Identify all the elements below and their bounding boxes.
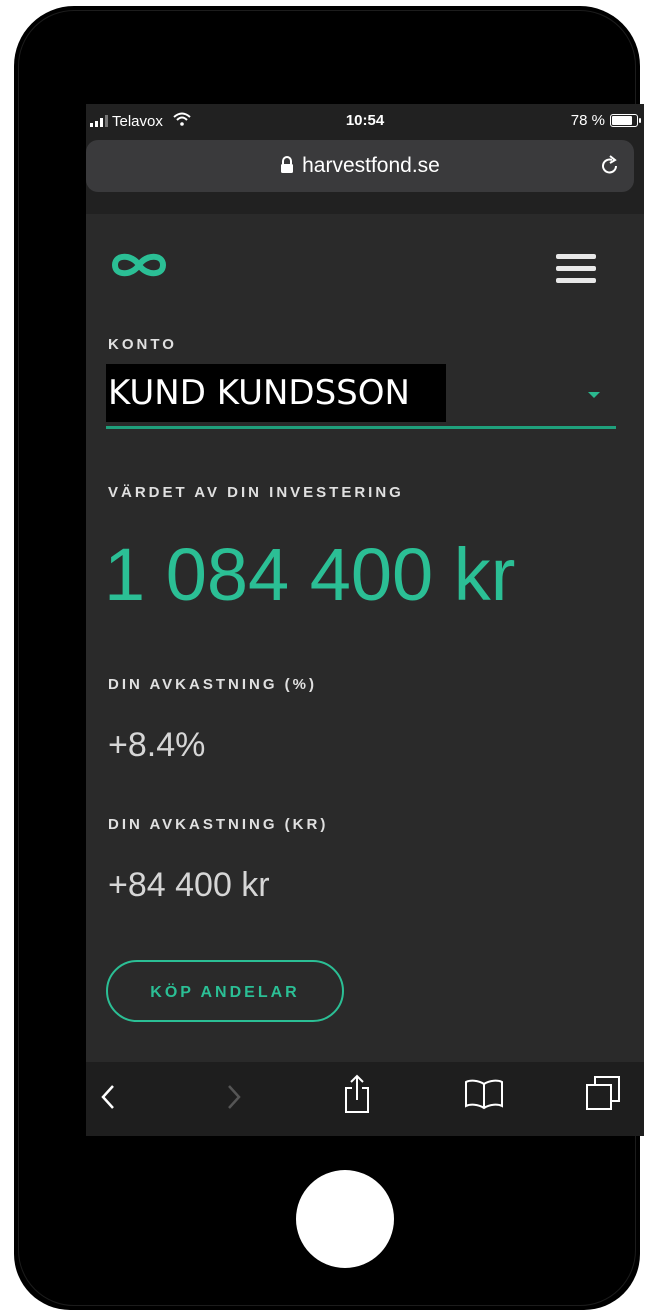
url-display[interactable]: harvestfond.se (86, 154, 634, 180)
tabs-icon[interactable] (584, 1074, 622, 1117)
share-icon[interactable] (342, 1074, 372, 1119)
browser-toolbar (86, 1062, 644, 1136)
browser-url-area: harvestfond.se (86, 138, 644, 214)
caret-down-icon (588, 392, 600, 398)
status-time: 10:54 (345, 112, 385, 129)
buy-shares-button[interactable]: KÖP ANDELAR (106, 960, 344, 1022)
address-bar[interactable]: harvestfond.se (86, 140, 634, 192)
phone-frame: Telavox 10:54 78 % harvestfond.se KONTO … (14, 6, 644, 1310)
battery-icon (610, 114, 641, 127)
back-arrow-icon[interactable] (98, 1080, 118, 1119)
return-kr-label: DIN AVKASTNING (KR) (108, 816, 329, 833)
phone-screen: Telavox 10:54 78 % harvestfond.se KONTO … (86, 104, 644, 1136)
forward-arrow-icon[interactable] (224, 1080, 244, 1119)
battery-percent: 78 % (570, 112, 605, 129)
reload-icon[interactable] (600, 154, 620, 182)
account-dropdown[interactable]: KUND KUNDSSON (106, 364, 616, 429)
status-bar: Telavox 10:54 78 % (86, 104, 644, 138)
hamburger-menu-icon[interactable] (556, 254, 596, 284)
infinity-logo-icon[interactable] (108, 250, 170, 285)
status-right: 78 % (570, 112, 641, 129)
account-selected-value: KUND KUNDSSON (106, 364, 446, 422)
lock-icon (280, 156, 294, 180)
url-text: harvestfond.se (302, 154, 440, 177)
return-percent-value: +8.4% (108, 726, 206, 764)
bookmarks-icon[interactable] (464, 1078, 504, 1115)
return-kr-value: +84 400 kr (108, 866, 270, 904)
return-percent-label: DIN AVKASTNING (%) (108, 676, 317, 693)
investment-label: VÄRDET AV DIN INVESTERING (108, 484, 404, 501)
account-label: KONTO (108, 336, 177, 353)
home-button[interactable] (296, 1170, 394, 1268)
investment-value: 1 084 400 kr (104, 533, 516, 616)
